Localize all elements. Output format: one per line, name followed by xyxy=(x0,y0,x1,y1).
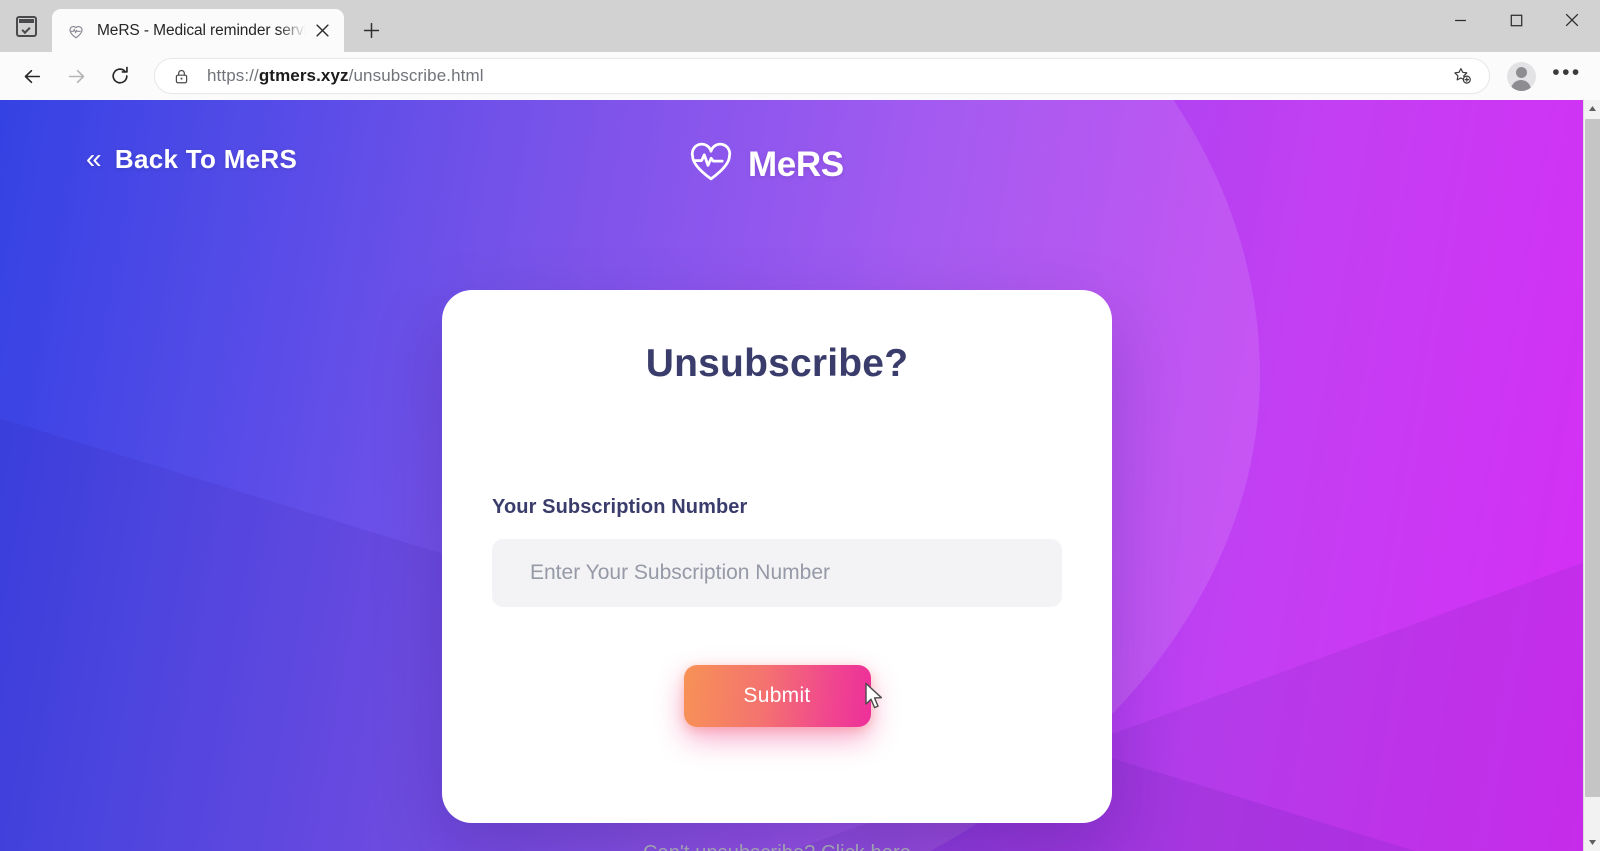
browser-toolbar: https://gtmers.xyz/unsubscribe.html ••• xyxy=(0,52,1600,100)
forward-button[interactable] xyxy=(54,56,98,96)
submit-button-wrap: Submit xyxy=(492,665,1062,727)
window-controls xyxy=(1432,0,1600,40)
new-tab-button[interactable] xyxy=(350,9,392,51)
page-viewport: « Back To MeRS MeRS Unsubscribe? Your Su… xyxy=(0,100,1600,851)
tab-title: MeRS - Medical reminder service xyxy=(97,21,308,39)
add-favorite-star-icon[interactable] xyxy=(1445,60,1479,92)
heart-pulse-icon xyxy=(66,21,86,41)
heart-pulse-logo-icon xyxy=(688,140,734,189)
subscription-number-label: Your Subscription Number xyxy=(492,496,748,518)
page-scrollbar[interactable] xyxy=(1583,100,1600,851)
unsubscribe-card: Unsubscribe? Your Subscription Number Su… xyxy=(442,290,1112,851)
scrollbar-thumb[interactable] xyxy=(1585,119,1600,797)
site-header: « Back To MeRS MeRS xyxy=(0,100,1583,230)
scroll-down-arrow-icon[interactable] xyxy=(1584,834,1600,851)
double-chevron-left-icon: « xyxy=(86,142,102,174)
tab-close-button[interactable] xyxy=(308,17,336,45)
more-options-button[interactable]: ••• xyxy=(1544,54,1590,98)
back-to-mers-label: Back To MeRS xyxy=(114,144,298,174)
tab-actions-button[interactable] xyxy=(0,0,52,52)
close-button[interactable] xyxy=(1544,0,1600,40)
browser-window: MeRS - Medical reminder service https://… xyxy=(0,0,1600,851)
maximize-button[interactable] xyxy=(1488,0,1544,40)
url-path: /unsubscribe.html xyxy=(348,66,484,85)
cant-unsubscribe-link[interactable]: Can't unsubscribe? Click here xyxy=(442,842,1112,851)
back-to-mers-link[interactable]: « Back To MeRS xyxy=(86,144,297,175)
subscription-number-input[interactable] xyxy=(492,539,1062,607)
url-text: https://gtmers.xyz/unsubscribe.html xyxy=(207,66,484,86)
profile-button[interactable] xyxy=(1498,54,1544,98)
submit-button[interactable]: Submit xyxy=(683,665,871,727)
lock-icon xyxy=(173,68,195,85)
browser-titlebar: MeRS - Medical reminder service xyxy=(0,0,1600,52)
scroll-up-arrow-icon[interactable] xyxy=(1584,100,1600,117)
tab-actions-icon xyxy=(15,15,37,37)
minimize-button[interactable] xyxy=(1432,0,1488,40)
back-button[interactable] xyxy=(10,56,54,96)
reload-button[interactable] xyxy=(98,56,142,96)
url-scheme: https:// xyxy=(207,66,259,85)
web-page: « Back To MeRS MeRS Unsubscribe? Your Su… xyxy=(0,100,1583,851)
brand-name: MeRS xyxy=(748,144,844,184)
profile-avatar-icon xyxy=(1506,61,1536,91)
address-bar[interactable]: https://gtmers.xyz/unsubscribe.html xyxy=(154,58,1490,94)
url-domain: gtmers.xyz xyxy=(258,66,349,85)
brand-logo[interactable]: MeRS xyxy=(688,140,844,189)
page-title: Unsubscribe? xyxy=(645,342,909,385)
browser-tab[interactable]: MeRS - Medical reminder service xyxy=(52,9,344,52)
